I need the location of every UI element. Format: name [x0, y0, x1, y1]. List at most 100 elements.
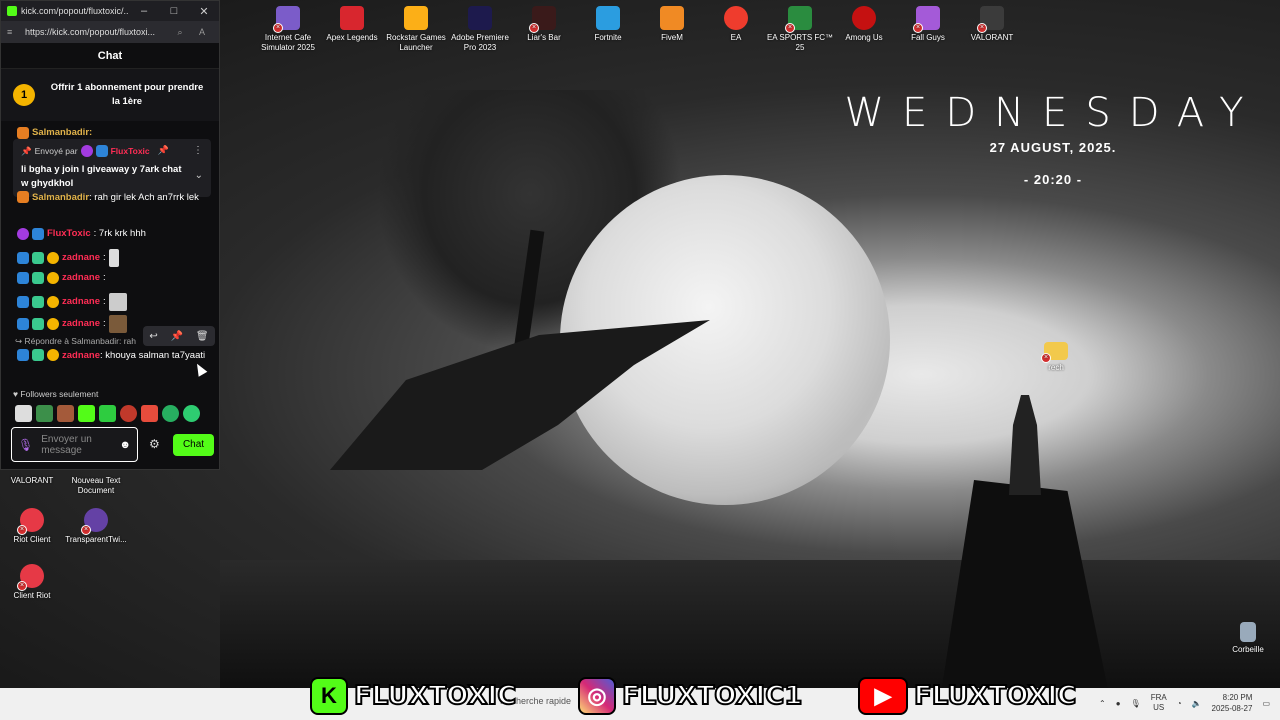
desktop-icon-ea-fc[interactable]: × EA SPORTS FC™ 25	[765, 6, 835, 53]
unpin-icon[interactable]: 📌	[158, 145, 169, 156]
mic-tray-icon[interactable]: 🎙	[1131, 699, 1141, 708]
language-indicator[interactable]: FRA US	[1151, 693, 1167, 713]
notification-icon[interactable]: ▭	[1262, 699, 1270, 708]
mic-badge-icon	[80, 145, 93, 157]
chat-username[interactable]: zadnane	[62, 271, 100, 285]
sub-badge-icon	[47, 272, 59, 284]
desktop-icon-fall-guys[interactable]: × Fall Guys	[893, 6, 963, 43]
read-aloud-icon[interactable]: A	[191, 27, 213, 37]
zoom-icon[interactable]: ⌕	[169, 27, 191, 38]
desktop-icon-rockstar[interactable]: Rockstar Games Launcher	[381, 6, 451, 53]
chat-username[interactable]: Salmanbadir:	[32, 126, 92, 140]
emoji-icon[interactable]: ☻	[119, 439, 131, 451]
sub-badge-icon: 1	[13, 84, 35, 106]
chat-text: :	[103, 272, 106, 283]
pin-icon: 📌	[21, 145, 32, 156]
desktop-icon-valorant[interactable]: × VALORANT	[957, 6, 1027, 43]
gift-badge-icon	[32, 318, 44, 330]
send-chat-button[interactable]: Chat	[173, 434, 214, 456]
gift-sub-text: Offrir 1 abonnement pour prendre la 1ère	[50, 82, 204, 107]
kick-logo-icon: K	[310, 677, 348, 715]
chevron-up-icon[interactable]: ⌃	[1099, 699, 1106, 708]
emote-button[interactable]	[183, 405, 200, 422]
chat-message: zadnane :	[17, 271, 207, 285]
desktop-icon-client-riot[interactable]: × Client Riot	[0, 564, 67, 601]
chat-input-placeholder[interactable]: Envoyer un message	[41, 434, 119, 456]
desktop-icon-transparent-twitch[interactable]: × TransparentTwi...	[61, 508, 131, 545]
speaker-icon[interactable]: 🔈	[1192, 699, 1202, 708]
pin-message-icon[interactable]: 📌	[171, 331, 183, 342]
emote-button[interactable]	[162, 405, 179, 422]
desktop-icon-recycle-bin[interactable]: Corbeille	[1213, 622, 1280, 655]
sub-badge-icon	[47, 318, 59, 330]
chat-message: Salmanbadir: rah gir lek Ach an7rrk lek	[17, 191, 207, 205]
emote-button[interactable]	[99, 405, 116, 422]
gift-badge-icon	[32, 252, 44, 264]
desktop-icon-fortnite[interactable]: Fortnite	[573, 6, 643, 43]
desktop-icon-premiere[interactable]: Adobe Premiere Pro 2023	[445, 6, 515, 53]
close-icon[interactable]: ✕	[189, 5, 219, 18]
chevron-down-icon[interactable]: ⌄	[195, 170, 203, 181]
reply-icon[interactable]: ↩	[149, 331, 157, 342]
maximize-icon[interactable]: □	[159, 5, 189, 17]
desktop-icon-liars-bar[interactable]: × Liar's Bar	[509, 6, 579, 43]
chat-username[interactable]: zadnane	[62, 350, 100, 361]
tune-icon[interactable]: ≡	[7, 27, 19, 37]
address-url[interactable]: https://kick.com/popout/fluxtoxi...	[25, 27, 169, 37]
fortnite-icon	[596, 6, 620, 30]
taskbar-clock[interactable]: 8:20 PM 2025-08-27	[1212, 692, 1253, 714]
chat-input[interactable]: 🎙 Envoyer un message ☻	[11, 427, 138, 462]
emote	[108, 249, 119, 267]
desktop-icon-internet-cafe[interactable]: × Internet Cafe Simulator 2025	[253, 6, 323, 53]
more-options-icon[interactable]: ⋮	[193, 145, 203, 156]
sub-badge-icon	[47, 349, 59, 361]
address-bar[interactable]: ≡ https://kick.com/popout/fluxtoxi... ⌕ …	[1, 21, 219, 43]
riot-tray-icon[interactable]: ●	[1116, 699, 1121, 708]
clock-time: - 20:20 -	[1023, 172, 1083, 187]
wifi-icon[interactable]: ◔	[1177, 699, 1182, 708]
pinned-username[interactable]: FluxToxic	[111, 146, 150, 156]
rockstar-icon	[404, 6, 428, 30]
chat-popout-window: kick.com/popout/fluxtoxic/... – □ ✕ ≡ ht…	[0, 0, 220, 470]
among-us-icon	[852, 6, 876, 30]
minimize-icon[interactable]: –	[129, 5, 159, 17]
client-riot-icon: ×	[17, 564, 44, 591]
chat-username[interactable]: zadnane	[62, 317, 100, 331]
desktop-icon-fivem[interactable]: FiveM	[637, 6, 707, 43]
emote-button[interactable]	[15, 405, 32, 422]
emote-button[interactable]	[57, 405, 74, 422]
desktop-icon-text-document[interactable]: Nouveau Text Document	[61, 476, 131, 496]
delete-icon[interactable]: 🗑	[196, 331, 209, 342]
mic-icon[interactable]: 🎙	[18, 438, 33, 452]
mic-badge-icon	[17, 228, 29, 240]
emote-button[interactable]	[120, 405, 137, 422]
emote-button[interactable]	[78, 405, 95, 422]
sword-badge-icon	[95, 145, 108, 157]
chat-message: zadnane: khouya salman ta7yaati	[17, 349, 207, 363]
instagram-logo-icon: ◎	[578, 677, 616, 715]
gear-icon[interactable]: ⚙	[149, 437, 160, 451]
folder-icon: ×	[1041, 342, 1068, 363]
riot-client-icon: ×	[17, 508, 44, 535]
chat-username[interactable]: FluxToxic	[47, 227, 91, 241]
emote-button[interactable]	[36, 405, 53, 422]
desktop-icon-ea[interactable]: EA	[701, 6, 771, 43]
premiere-icon	[468, 6, 492, 30]
apex-icon	[340, 6, 364, 30]
emote-bar	[15, 405, 200, 422]
chat-text: : 7rk krk hhh	[93, 228, 146, 239]
desktop-icon-valorant-left[interactable]: VALORANT	[0, 476, 67, 486]
pinned-sender: 📌 Envoyé par FluxToxic	[21, 145, 203, 157]
chat-messages: Salmanbadir: 📌 Envoyé par FluxToxic 📌 ⋮ …	[1, 123, 219, 388]
desktop-icon-among-us[interactable]: Among Us	[829, 6, 899, 43]
desktop-icon-folder-rech[interactable]: × rech	[1021, 342, 1091, 373]
chat-message: zadnane :	[17, 249, 207, 267]
chat-username[interactable]: zadnane	[62, 295, 100, 309]
gift-sub-banner[interactable]: 1 Offrir 1 abonnement pour prendre la 1è…	[1, 69, 219, 121]
desktop-icon-riot-client[interactable]: × Riot Client	[0, 508, 67, 545]
system-tray: ⌃ ● 🎙 FRA US ◔ 🔈 8:20 PM 2025-08-27 ▭	[1099, 692, 1270, 714]
chat-username[interactable]: Salmanbadir	[32, 192, 89, 203]
chat-username[interactable]: zadnane	[62, 251, 100, 265]
emote-button[interactable]	[141, 405, 158, 422]
desktop-icon-apex[interactable]: Apex Legends	[317, 6, 387, 43]
